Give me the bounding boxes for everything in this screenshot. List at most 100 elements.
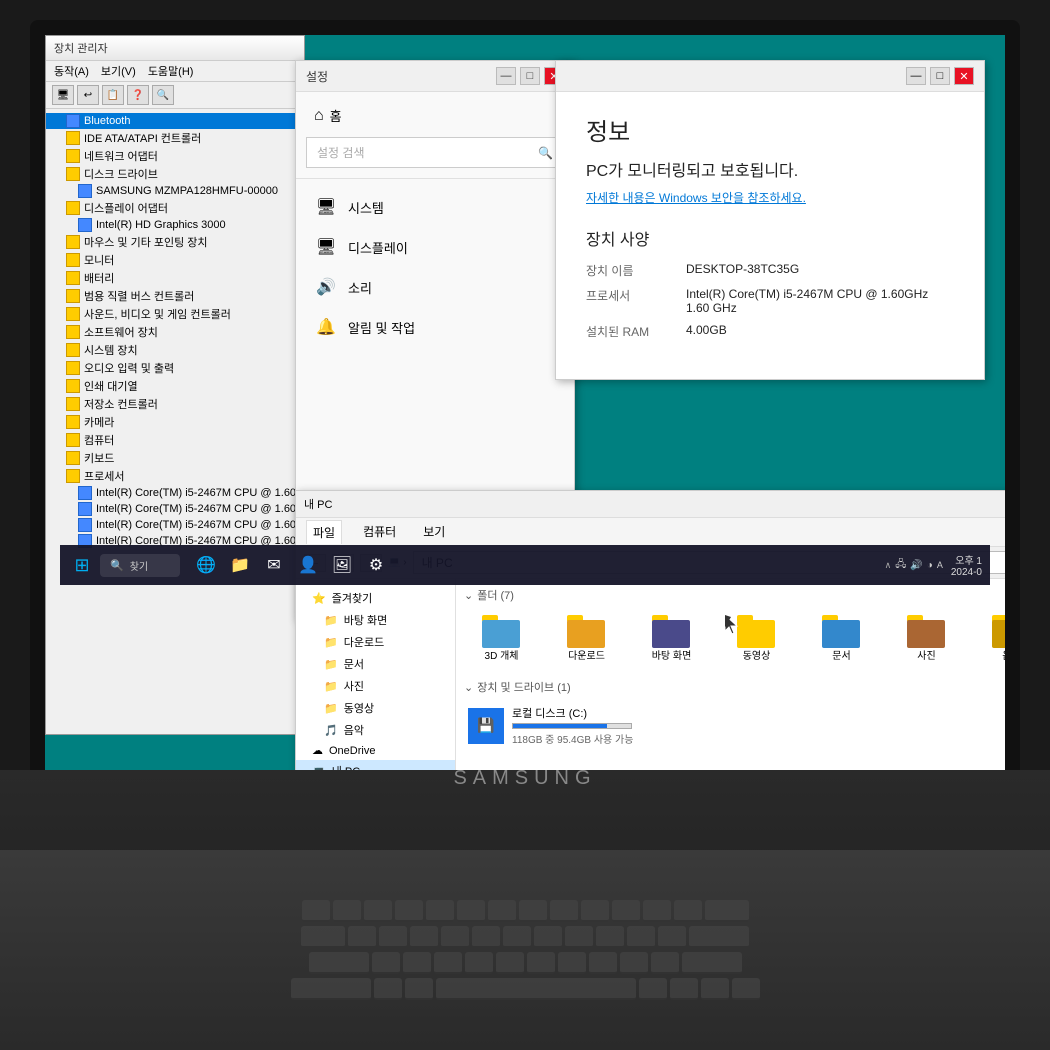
info-minimize-btn[interactable]: — bbox=[906, 67, 926, 85]
key[interactable] bbox=[581, 900, 609, 922]
key[interactable] bbox=[465, 952, 493, 974]
sidebar-item-desktop[interactable]: 📁 바탕 화면 bbox=[296, 609, 455, 631]
key[interactable] bbox=[705, 900, 749, 922]
key[interactable] bbox=[441, 926, 469, 948]
folder-downloads[interactable]: 다운로드 bbox=[549, 609, 624, 667]
key[interactable] bbox=[395, 900, 423, 922]
key[interactable] bbox=[333, 900, 361, 922]
key[interactable] bbox=[558, 952, 586, 974]
tree-item-ide[interactable]: IDE ATA/ATAPI 컨트롤러 bbox=[46, 129, 304, 147]
key[interactable] bbox=[643, 900, 671, 922]
sidebar-item-pictures[interactable]: 📁 사진 bbox=[296, 675, 455, 697]
taskbar-search-box[interactable]: 🔍 찾기 bbox=[100, 554, 180, 577]
settings-nav-notifications[interactable]: 🔔 알림 및 작업 bbox=[296, 307, 574, 347]
settings-nav-display[interactable]: 🖥 디스플레이 bbox=[296, 227, 574, 267]
taskbar-edge-icon[interactable]: 🌐 bbox=[192, 551, 220, 579]
tray-up-arrow[interactable]: ∧ bbox=[885, 560, 892, 571]
sidebar-item-documents[interactable]: 📁 문서 bbox=[296, 653, 455, 675]
settings-minimize-btn[interactable]: — bbox=[496, 67, 516, 85]
key[interactable] bbox=[434, 952, 462, 974]
tree-item-disk[interactable]: 디스크 드라이브 bbox=[46, 165, 304, 183]
key[interactable] bbox=[405, 978, 433, 1000]
folder-pictures[interactable]: 사진 bbox=[889, 609, 964, 667]
toolbar-btn-1[interactable]: 🖥 bbox=[52, 85, 74, 105]
key[interactable] bbox=[627, 926, 655, 948]
key[interactable] bbox=[348, 926, 376, 948]
fe-menu-computer[interactable]: 컴퓨터 bbox=[357, 520, 402, 544]
sidebar-item-downloads[interactable]: 📁 다운로드 bbox=[296, 631, 455, 653]
tree-item-sound[interactable]: 사운드, 비디오 및 게임 컨트롤러 bbox=[46, 305, 304, 323]
key[interactable] bbox=[612, 900, 640, 922]
key[interactable] bbox=[639, 978, 667, 1000]
tree-item-hd3000[interactable]: Intel(R) HD Graphics 3000 bbox=[46, 217, 304, 233]
dm-menu-view[interactable]: 보기(V) bbox=[101, 63, 136, 79]
sidebar-item-onedrive[interactable]: ☁ OneDrive bbox=[296, 741, 455, 760]
key[interactable] bbox=[682, 952, 742, 974]
tree-item-software[interactable]: 소프트웨어 장치 bbox=[46, 323, 304, 341]
taskbar-mail-icon[interactable]: ✉ bbox=[260, 551, 288, 579]
tree-item-camera[interactable]: 카메라 bbox=[46, 413, 304, 431]
tree-item-cpu-3[interactable]: Intel(R) Core(TM) i5-2467M CPU @ 1.60GHz bbox=[46, 517, 304, 533]
key[interactable] bbox=[488, 900, 516, 922]
key[interactable] bbox=[589, 952, 617, 974]
key[interactable] bbox=[550, 900, 578, 922]
folder-documents[interactable]: 동영상 bbox=[719, 609, 794, 667]
key[interactable] bbox=[410, 926, 438, 948]
key[interactable] bbox=[379, 926, 407, 948]
tree-item-battery[interactable]: 배터리 bbox=[46, 269, 304, 287]
toolbar-btn-4[interactable]: ❓ bbox=[127, 85, 149, 105]
dm-menu-action[interactable]: 동작(A) bbox=[54, 63, 89, 79]
key[interactable] bbox=[309, 952, 369, 974]
key[interactable] bbox=[472, 926, 500, 948]
toolbar-btn-2[interactable]: ↩ bbox=[77, 85, 99, 105]
tree-item-audio-io[interactable]: 오디오 입력 및 출력 bbox=[46, 359, 304, 377]
key[interactable] bbox=[701, 978, 729, 1000]
key[interactable] bbox=[519, 900, 547, 922]
tree-item-samsung-ssd[interactable]: SAMSUNG MZMPA128HMFU-00000 bbox=[46, 183, 304, 199]
spacebar-left[interactable] bbox=[291, 978, 371, 1000]
key[interactable] bbox=[364, 900, 392, 922]
key[interactable] bbox=[403, 952, 431, 974]
settings-nav-system[interactable]: 🖥 시스템 bbox=[296, 187, 574, 227]
folder-music[interactable]: 음악 bbox=[974, 609, 1005, 667]
windows-security-link[interactable]: 자세한 내용은 Windows 보안을 참조하세요. bbox=[586, 189, 954, 206]
taskbar-photos-icon[interactable]: 🖼 bbox=[328, 551, 356, 579]
toolbar-btn-3[interactable]: 📋 bbox=[102, 85, 124, 105]
key[interactable] bbox=[302, 900, 330, 922]
settings-maximize-btn[interactable]: □ bbox=[520, 67, 540, 85]
key[interactable] bbox=[689, 926, 749, 948]
tree-item-usb[interactable]: 범용 직렬 버스 컨트롤러 bbox=[46, 287, 304, 305]
key[interactable] bbox=[426, 900, 454, 922]
tree-item-bluetooth[interactable]: Bluetooth bbox=[46, 113, 304, 129]
folder-desktop[interactable]: 문서 bbox=[804, 609, 879, 667]
search-icon[interactable]: 🔍 bbox=[538, 146, 553, 160]
key[interactable] bbox=[372, 952, 400, 974]
tree-item-monitor[interactable]: 모니터 bbox=[46, 251, 304, 269]
info-maximize-btn[interactable]: □ bbox=[930, 67, 950, 85]
folder-videos[interactable]: 바탕 화면 bbox=[634, 609, 709, 667]
sidebar-item-music[interactable]: 🎵 음악 bbox=[296, 719, 455, 741]
key[interactable] bbox=[732, 978, 760, 1000]
taskbar-folder-icon[interactable]: 📁 bbox=[226, 551, 254, 579]
tree-item-system[interactable]: 시스템 장치 bbox=[46, 341, 304, 359]
key[interactable] bbox=[658, 926, 686, 948]
fe-menu-file[interactable]: 파일 bbox=[306, 520, 342, 544]
dm-menu-help[interactable]: 도움말(H) bbox=[148, 63, 194, 79]
sidebar-item-favorites[interactable]: ⭐ 즐겨찾기 bbox=[296, 587, 455, 609]
key[interactable] bbox=[565, 926, 593, 948]
tree-item-processor[interactable]: 프로세서 bbox=[46, 467, 304, 485]
tree-item-display[interactable]: 디스플레이 어댑터 bbox=[46, 199, 304, 217]
fe-menu-view[interactable]: 보기 bbox=[417, 520, 451, 544]
tree-item-cpu-1[interactable]: Intel(R) Core(TM) i5-2467M CPU @ 1.60GHz bbox=[46, 485, 304, 501]
settings-nav-sound[interactable]: 🔊 소리 bbox=[296, 267, 574, 307]
tree-item-computer[interactable]: 컴퓨터 bbox=[46, 431, 304, 449]
spacebar[interactable] bbox=[436, 978, 636, 1000]
key[interactable] bbox=[534, 926, 562, 948]
tree-item-mouse[interactable]: 마우스 및 기타 포인팅 장치 bbox=[46, 233, 304, 251]
tree-item-print[interactable]: 인쇄 대기열 bbox=[46, 377, 304, 395]
drive-c[interactable]: 💾 로컬 디스크 (C:) 118GB 중 95.4GB 사용 가능 bbox=[464, 701, 1005, 750]
tree-item-cpu-2[interactable]: Intel(R) Core(TM) i5-2467M CPU @ 1.60GHz bbox=[46, 501, 304, 517]
key[interactable] bbox=[527, 952, 555, 974]
tree-item-keyboard[interactable]: 키보드 bbox=[46, 449, 304, 467]
start-button[interactable]: ⊞ bbox=[68, 551, 96, 579]
